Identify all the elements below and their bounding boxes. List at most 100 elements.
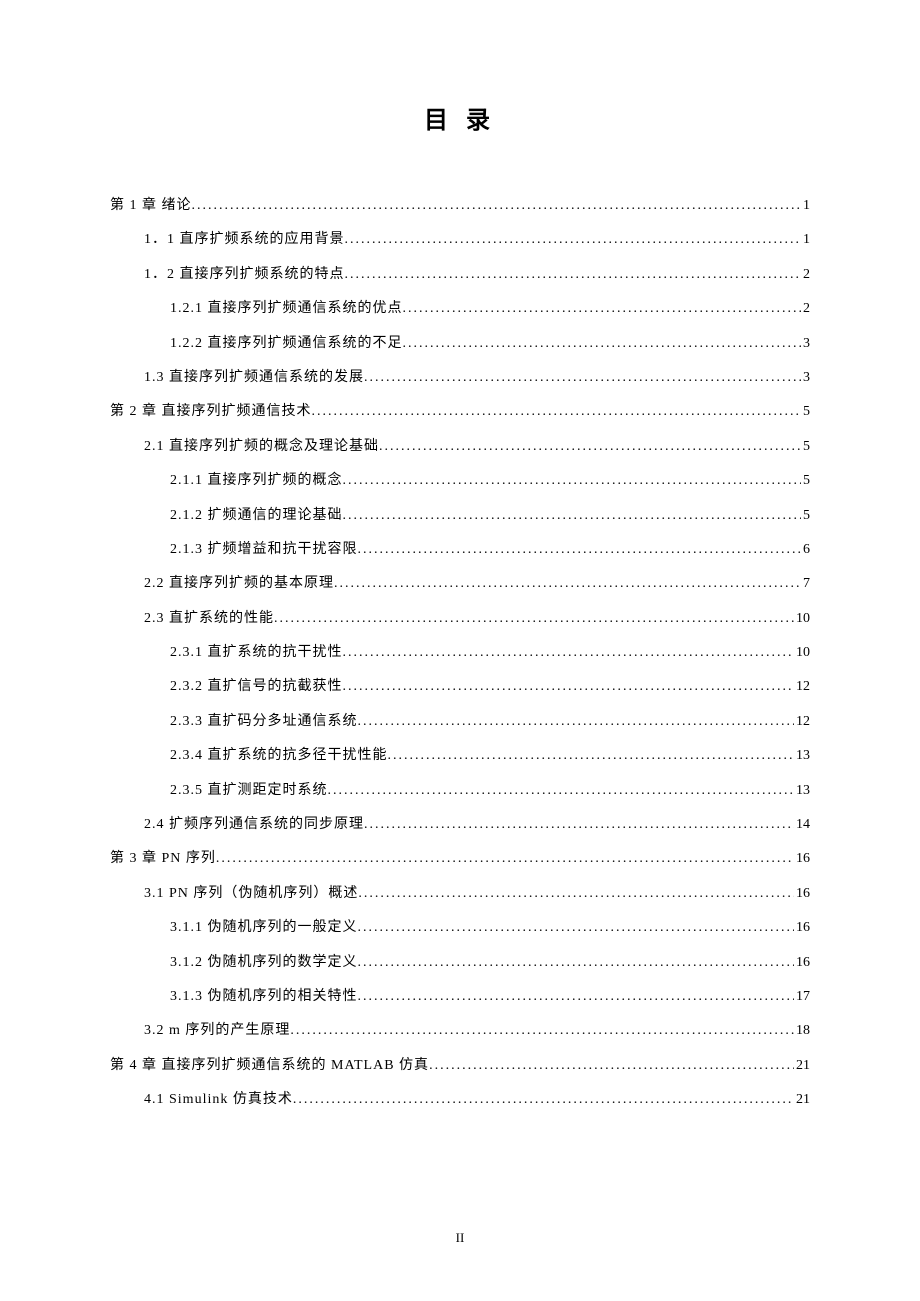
toc-entry-page: 16 [794, 917, 810, 939]
toc-entry-text: 第 4 章 直接序列扩频通信系统的 MATLAB 仿真 [110, 1055, 429, 1077]
toc-entry-text: 3.1.2 伪随机序列的数学定义 [170, 952, 358, 974]
toc-entry-page: 21 [794, 1055, 810, 1077]
toc-entry-text: 2.3 直扩系统的性能 [144, 608, 274, 630]
toc-entry-page: 12 [794, 711, 810, 733]
toc-entry[interactable]: 3.1.2 伪随机序列的数学定义 16 [110, 952, 810, 974]
toc-leader-dots [358, 986, 795, 1008]
toc-leader-dots [192, 195, 802, 217]
toc-entry[interactable]: 2.4 扩频序列通信系统的同步原理 14 [110, 814, 810, 836]
toc-leader-dots [290, 1020, 794, 1042]
toc-leader-dots [345, 264, 802, 286]
toc-entry[interactable]: 1．1 直序扩频系统的应用背景 1 [110, 229, 810, 251]
toc-entry-page: 14 [794, 814, 810, 836]
toc-entry-page: 2 [801, 264, 810, 286]
toc-entry-text: 2.1.3 扩频增益和抗干扰容限 [170, 539, 358, 561]
toc-entry-text: 第 2 章 直接序列扩频通信技术 [110, 401, 312, 423]
toc-entry-page: 2 [801, 298, 810, 320]
toc-leader-dots [388, 745, 795, 767]
toc-leader-dots [343, 642, 795, 664]
toc-entry[interactable]: 3.1.1 伪随机序列的一般定义 16 [110, 917, 810, 939]
toc-entry-page: 5 [801, 505, 810, 527]
toc-entry[interactable]: 2.1.2 扩频通信的理论基础 5 [110, 505, 810, 527]
toc-entry-page: 12 [794, 676, 810, 698]
toc-leader-dots [274, 608, 794, 630]
toc-list: 第 1 章 绪论 1 1．1 直序扩频系统的应用背景 1 1．2 直接序列扩频系统的特点… [110, 195, 810, 1112]
toc-entry-text: 4.1 Simulink 仿真技术 [144, 1089, 293, 1111]
toc-leader-dots [328, 780, 795, 802]
toc-entry[interactable]: 1.2.1 直接序列扩频通信系统的优点 2 [110, 298, 810, 320]
toc-entry[interactable]: 第 3 章 PN 序列16 [110, 848, 810, 870]
toc-entry-text: 1．2 直接序列扩频系统的特点 [144, 264, 345, 286]
toc-leader-dots [343, 470, 802, 492]
toc-entry-page: 18 [794, 1020, 810, 1042]
toc-leader-dots [403, 333, 802, 355]
toc-entry[interactable]: 第 1 章 绪论 1 [110, 195, 810, 217]
toc-entry-text: 第 1 章 绪论 [110, 195, 192, 217]
toc-entry[interactable]: 4.1 Simulink 仿真技术 21 [110, 1089, 810, 1111]
toc-entry-text: 1．1 直序扩频系统的应用背景 [144, 229, 345, 251]
toc-entry-text: 3.1.3 伪随机序列的相关特性 [170, 986, 358, 1008]
toc-entry[interactable]: 1.2.2 直接序列扩频通信系统的不足3 [110, 333, 810, 355]
toc-entry[interactable]: 2.2 直接序列扩频的基本原理7 [110, 573, 810, 595]
toc-entry-text: 2.3.4 直扩系统的抗多径干扰性能 [170, 745, 388, 767]
toc-leader-dots [358, 883, 794, 905]
toc-entry-page: 6 [801, 539, 810, 561]
toc-leader-dots [334, 573, 801, 595]
toc-leader-dots [312, 401, 802, 423]
toc-entry[interactable]: 1．2 直接序列扩频系统的特点 2 [110, 264, 810, 286]
toc-entry[interactable]: 2.1 直接序列扩频的概念及理论基础 5 [110, 436, 810, 458]
toc-entry-text: 第 3 章 PN 序列 [110, 848, 216, 870]
toc-entry-page: 3 [801, 367, 810, 389]
toc-entry-text: 1.2.1 直接序列扩频通信系统的优点 [170, 298, 403, 320]
toc-entry[interactable]: 2.3.2 直扩信号的抗截获性12 [110, 676, 810, 698]
toc-entry[interactable]: 2.3.5 直扩测距定时系统 13 [110, 780, 810, 802]
toc-entry-text: 3.1 PN 序列（伪随机序列）概述 [144, 883, 358, 905]
toc-entry-page: 21 [794, 1089, 810, 1111]
toc-entry-text: 2.1.1 直接序列扩频的概念 [170, 470, 343, 492]
toc-entry-page: 13 [794, 745, 810, 767]
toc-entry[interactable]: 第 2 章 直接序列扩频通信技术 5 [110, 401, 810, 423]
toc-entry[interactable]: 2.3 直扩系统的性能 10 [110, 608, 810, 630]
toc-entry[interactable]: 2.1.3 扩频增益和抗干扰容限 6 [110, 539, 810, 561]
toc-entry-text: 2.1 直接序列扩频的概念及理论基础 [144, 436, 379, 458]
toc-entry-text: 3.2 m 序列的产生原理 [144, 1020, 290, 1042]
toc-entry-text: 2.2 直接序列扩频的基本原理 [144, 573, 334, 595]
toc-entry-page: 16 [794, 952, 810, 974]
toc-leader-dots [216, 848, 794, 870]
toc-leader-dots [364, 367, 801, 389]
toc-entry[interactable]: 3.1.3 伪随机序列的相关特性 17 [110, 986, 810, 1008]
toc-entry[interactable]: 2.3.1 直扩系统的抗干扰性10 [110, 642, 810, 664]
toc-leader-dots [364, 814, 794, 836]
toc-entry[interactable]: 3.1 PN 序列（伪随机序列）概述 16 [110, 883, 810, 905]
toc-entry-page: 5 [801, 401, 810, 423]
toc-leader-dots [358, 539, 802, 561]
toc-entry-text: 2.4 扩频序列通信系统的同步原理 [144, 814, 364, 836]
toc-entry[interactable]: 第 4 章 直接序列扩频通信系统的 MATLAB 仿真 21 [110, 1055, 810, 1077]
toc-leader-dots [345, 229, 802, 251]
toc-entry[interactable]: 2.3.3 直扩码分多址通信系统 12 [110, 711, 810, 733]
toc-leader-dots [358, 952, 795, 974]
toc-leader-dots [343, 676, 795, 698]
toc-entry-page: 1 [801, 229, 810, 251]
page-footer: II [0, 1230, 920, 1246]
toc-entry-text: 2.3.1 直扩系统的抗干扰性 [170, 642, 343, 664]
toc-entry-page: 1 [801, 195, 810, 217]
toc-entry[interactable]: 2.3.4 直扩系统的抗多径干扰性能 13 [110, 745, 810, 767]
toc-entry[interactable]: 3.2 m 序列的产生原理 18 [110, 1020, 810, 1042]
toc-entry-text: 2.3.3 直扩码分多址通信系统 [170, 711, 358, 733]
toc-entry-text: 2.1.2 扩频通信的理论基础 [170, 505, 343, 527]
toc-entry-page: 17 [794, 986, 810, 1008]
toc-entry-page: 3 [801, 333, 810, 355]
page-title: 目 录 [110, 100, 810, 135]
toc-entry-page: 16 [794, 883, 810, 905]
toc-entry-page: 10 [794, 608, 810, 630]
toc-entry-page: 5 [801, 470, 810, 492]
toc-entry-text: 3.1.1 伪随机序列的一般定义 [170, 917, 358, 939]
toc-leader-dots [403, 298, 802, 320]
toc-entry[interactable]: 2.1.1 直接序列扩频的概念 5 [110, 470, 810, 492]
toc-entry-page: 13 [794, 780, 810, 802]
toc-entry-page: 5 [801, 436, 810, 458]
toc-entry[interactable]: 1.3 直接序列扩频通信系统的发展3 [110, 367, 810, 389]
toc-leader-dots [429, 1055, 794, 1077]
toc-entry-text: 2.3.5 直扩测距定时系统 [170, 780, 328, 802]
